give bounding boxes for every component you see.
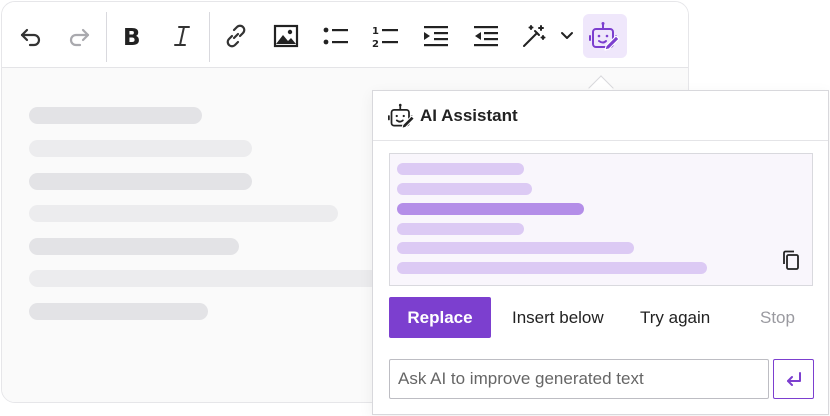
toolbar-separator: [209, 12, 210, 62]
svg-text:1: 1: [372, 26, 379, 37]
skeleton-line: [29, 107, 202, 124]
response-line: [397, 163, 524, 175]
increase-indent-button[interactable]: [414, 14, 458, 58]
svg-text:2: 2: [372, 39, 379, 49]
panel-header: AI Assistant: [373, 91, 828, 141]
italic-button[interactable]: [160, 14, 204, 58]
insert-image-button[interactable]: [264, 14, 308, 58]
toolbar-separator: [106, 12, 107, 62]
chevron-down-icon: [561, 32, 573, 39]
ai-robot-icon: [388, 103, 415, 129]
skeleton-line: [29, 140, 252, 157]
link-button[interactable]: [214, 14, 258, 58]
magic-wand-icon: [523, 25, 546, 47]
undo-icon: [20, 28, 41, 47]
insert-below-button[interactable]: Insert below: [512, 297, 604, 338]
skeleton-line: [29, 238, 239, 255]
editor-toolbar: B 12: [2, 2, 688, 68]
numbered-list-icon: 12: [372, 26, 398, 49]
ai-response-preview: [389, 153, 813, 286]
copy-icon: [783, 250, 799, 270]
response-line: [397, 262, 707, 274]
copy-button[interactable]: [778, 247, 804, 273]
response-line: [397, 183, 532, 195]
bulleted-list-button[interactable]: [314, 14, 358, 58]
panel-title: AI Assistant: [420, 106, 518, 125]
ai-assistant-panel: AI Assistant Replace Insert below Try ag…: [372, 90, 829, 415]
ai-commands-button[interactable]: [512, 14, 556, 58]
redo-button[interactable]: [57, 14, 101, 58]
ai-commands-dropdown[interactable]: [554, 14, 580, 58]
ask-ai-input[interactable]: [389, 359, 769, 399]
bulleted-list-icon: [323, 27, 348, 45]
bold-button[interactable]: B: [110, 14, 154, 58]
bold-icon: B: [123, 25, 141, 49]
italic-icon: [174, 26, 190, 46]
response-line: [397, 223, 524, 235]
image-icon: [273, 24, 299, 48]
undo-button[interactable]: [9, 14, 53, 58]
decrease-indent-icon: [474, 26, 498, 47]
response-line: [397, 242, 634, 254]
submit-button[interactable]: [773, 359, 814, 399]
skeleton-line: [29, 205, 338, 222]
skeleton-line: [29, 303, 208, 320]
ai-assistant-button[interactable]: [583, 14, 627, 58]
decrease-indent-button[interactable]: [464, 14, 508, 58]
increase-indent-icon: [424, 26, 448, 47]
skeleton-line: [29, 173, 252, 190]
response-line: [397, 203, 584, 215]
stop-button[interactable]: Stop: [760, 297, 795, 338]
ai-robot-icon: [589, 22, 620, 51]
enter-icon: [786, 372, 801, 386]
skeleton-line: [29, 270, 389, 287]
try-again-button[interactable]: Try again: [640, 297, 710, 338]
replace-button[interactable]: Replace: [389, 297, 491, 338]
numbered-list-button[interactable]: 12: [364, 14, 408, 58]
redo-icon: [69, 28, 90, 47]
svg-text:B: B: [123, 25, 141, 49]
link-icon: [226, 24, 246, 48]
